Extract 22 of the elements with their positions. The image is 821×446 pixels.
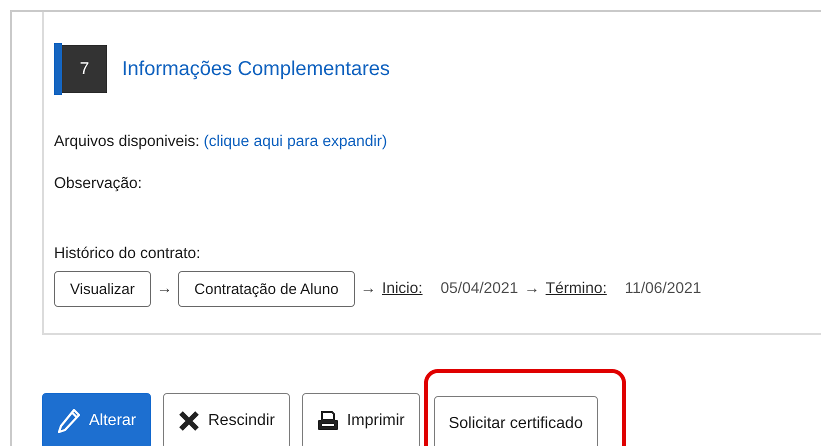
start-date: 05/04/2021: [440, 280, 518, 298]
cancel-button[interactable]: Rescindir: [163, 392, 290, 446]
history-label: Histórico do contrato:: [54, 245, 200, 263]
step-button[interactable]: Contratação de Aluno: [178, 271, 355, 307]
section-title: Informações Complementares: [122, 58, 390, 80]
arrow: →: [524, 280, 540, 298]
edit-button[interactable]: Alterar: [42, 392, 152, 446]
section-number: 7: [62, 45, 107, 93]
view-button[interactable]: Visualizar: [54, 271, 151, 307]
printer-icon: [316, 410, 339, 432]
close-icon: [178, 410, 200, 432]
observation-label: Observação:: [54, 175, 142, 193]
pencil-icon: [57, 408, 81, 434]
arrow: →: [156, 280, 172, 298]
end-label: Término:: [546, 280, 607, 298]
files-label: Arquivos disponiveis:: [54, 133, 200, 151]
start-label: Inicio:: [382, 280, 423, 298]
arrow: →: [360, 280, 376, 298]
print-button[interactable]: Imprimir: [302, 392, 420, 446]
end-date: 11/06/2021: [624, 280, 702, 298]
expand-link[interactable]: (clique aqui para expandir): [204, 133, 388, 151]
certificate-button[interactable]: Solicitar certificado: [434, 396, 598, 446]
